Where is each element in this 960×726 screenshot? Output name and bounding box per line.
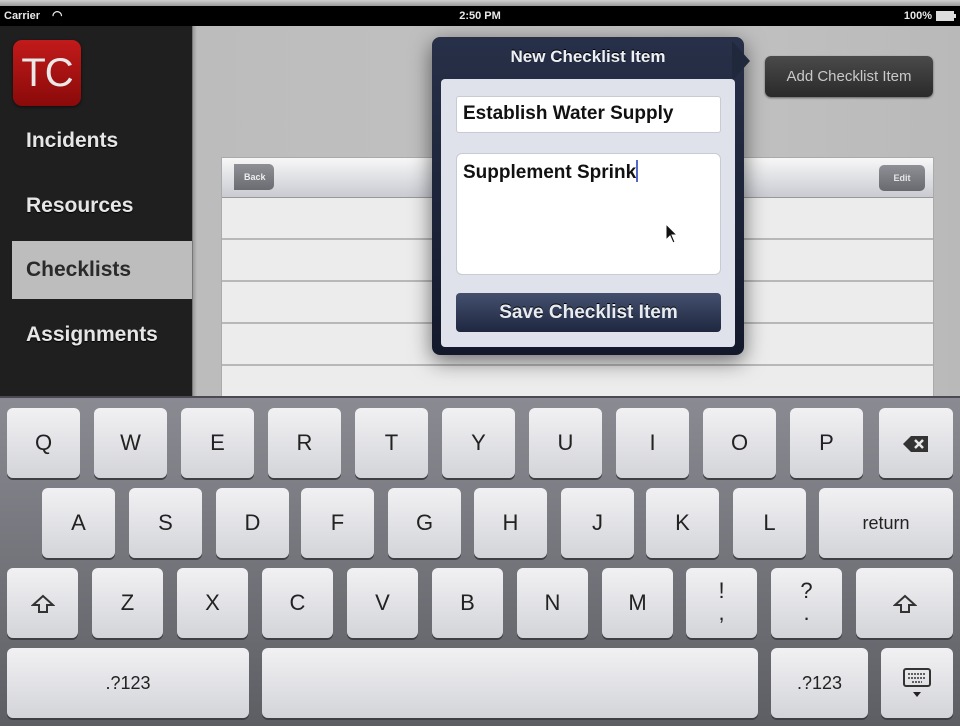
key-v[interactable]: V [347,568,418,638]
return-key[interactable]: return [819,488,953,558]
back-button[interactable]: Back [234,164,274,190]
app-logo: TC [13,40,81,106]
key-g[interactable]: G [388,488,461,558]
shift-key-right[interactable] [856,568,953,638]
key-h[interactable]: H [474,488,547,558]
add-checklist-item-button[interactable]: Add Checklist Item [765,56,933,97]
key-c[interactable]: C [262,568,333,638]
key-question-period[interactable]: ? . [771,568,842,638]
key-exclaim-comma[interactable]: ! , [686,568,757,638]
checklist-title-field[interactable]: Establish Water Supply [456,96,721,133]
key-p[interactable]: P [790,408,863,478]
key-f[interactable]: F [301,488,374,558]
text-caret [636,160,639,182]
key-m[interactable]: M [602,568,673,638]
shift-icon [891,594,918,614]
key-w[interactable]: W [94,408,167,478]
save-checklist-item-button[interactable]: Save Checklist Item [456,293,721,332]
status-bar: Carrier ◠ 2:50 PM 100% [0,6,960,26]
sidebar-item-resources[interactable]: Resources [12,177,192,235]
sidebar-item-incidents[interactable]: Incidents [12,112,192,170]
key-q[interactable]: Q [7,408,80,478]
sidebar: TC Incidents Resources Checklists Assign… [0,26,192,396]
key-b[interactable]: B [432,568,503,638]
onscreen-keyboard: Q W E R T Y U I O P A S D F G H J K L re… [0,396,960,726]
key-n[interactable]: N [517,568,588,638]
key-r[interactable]: R [268,408,341,478]
key-l[interactable]: L [733,488,806,558]
status-time: 2:50 PM [459,10,501,22]
numbers-key-right[interactable]: .?123 [771,648,868,718]
battery-percent: 100% [903,10,932,22]
key-j[interactable]: J [561,488,634,558]
hide-keyboard-key[interactable] [881,648,953,718]
key-s[interactable]: S [129,488,202,558]
key-u[interactable]: U [529,408,602,478]
popover-title: New Checklist Item [510,47,666,66]
key-a[interactable]: A [42,488,115,558]
key-z[interactable]: Z [92,568,163,638]
key-i[interactable]: I [616,408,689,478]
space-bar[interactable] [262,648,758,718]
sidebar-item-assignments[interactable]: Assignments [12,306,192,364]
battery-icon [936,11,956,21]
key-label-top: ? [800,578,813,603]
shift-icon [29,594,56,614]
key-t[interactable]: T [355,408,428,478]
numbers-key-left[interactable]: .?123 [7,648,249,718]
key-x[interactable]: X [177,568,248,638]
key-label-bottom: , [718,600,725,625]
key-d[interactable]: D [216,488,289,558]
key-label-bottom: . [803,600,810,625]
backspace-key[interactable] [879,408,953,478]
checklist-description-value: Supplement Sprink [463,162,637,183]
shift-key-left[interactable] [7,568,78,638]
key-y[interactable]: Y [442,408,515,478]
key-k[interactable]: K [646,488,719,558]
edit-button[interactable]: Edit [879,165,925,191]
popover-body: Establish Water Supply Supplement Sprink… [441,79,735,347]
checklist-title-value: Establish Water Supply [463,103,674,124]
backspace-icon [903,436,928,453]
sidebar-item-checklists[interactable]: Checklists [12,241,192,299]
key-label-top: ! [718,578,725,603]
new-checklist-item-popover: New Checklist Item Establish Water Suppl… [432,37,750,355]
mouse-pointer-icon [665,223,679,244]
checklist-description-field[interactable]: Supplement Sprink [456,153,721,275]
key-e[interactable]: E [181,408,254,478]
hide-keyboard-icon [903,668,931,698]
key-o[interactable]: O [703,408,776,478]
